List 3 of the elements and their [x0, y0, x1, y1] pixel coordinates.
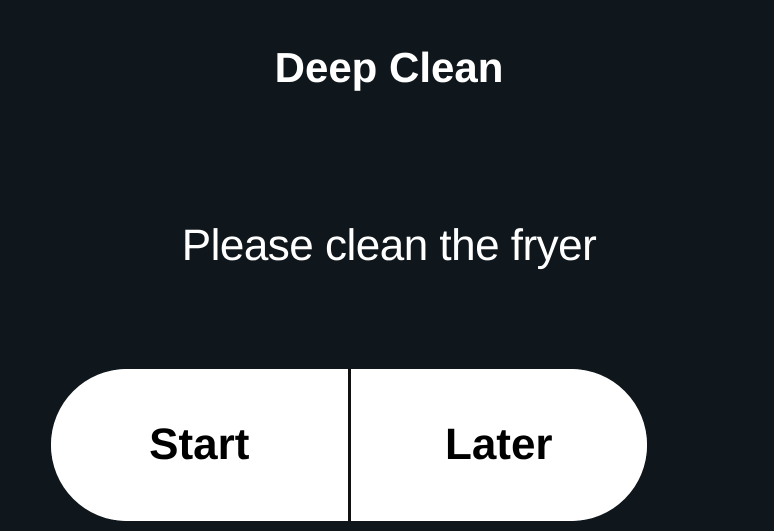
dialog-message: Please clean the fryer: [182, 220, 596, 272]
later-button[interactable]: Later: [348, 369, 647, 521]
dialog-title: Deep Clean: [274, 43, 504, 93]
